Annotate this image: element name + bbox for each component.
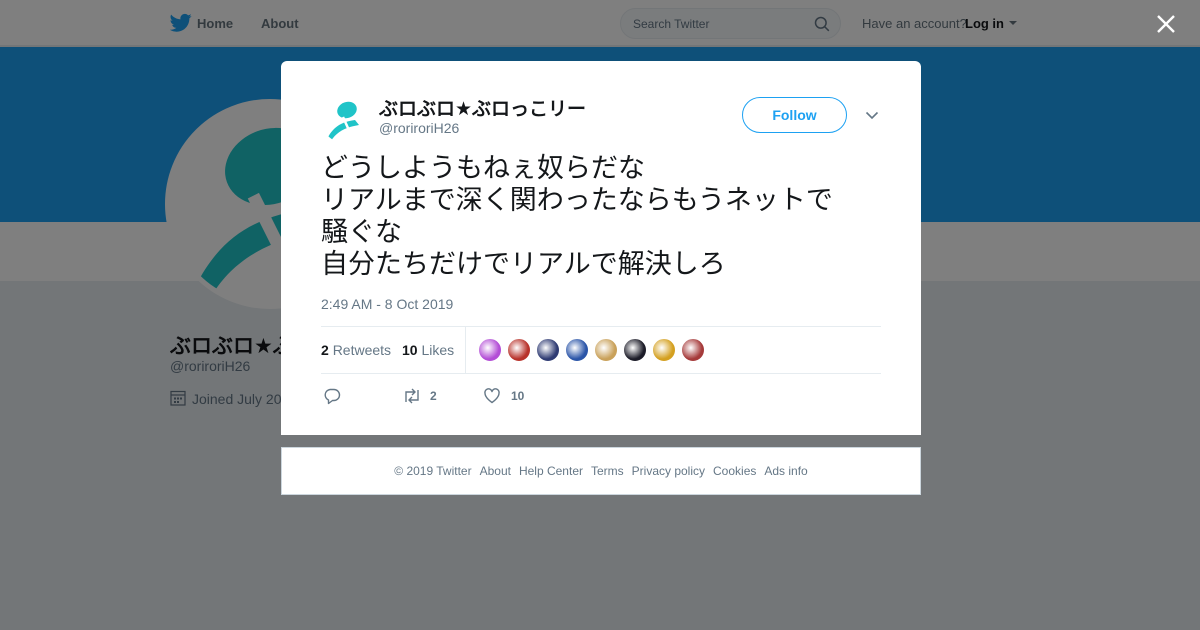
footer-link[interactable]: Cookies bbox=[713, 464, 756, 478]
retweets-count: 2 bbox=[321, 342, 329, 358]
stats-divider bbox=[465, 327, 466, 374]
liker-avatar[interactable] bbox=[623, 338, 647, 362]
tweet-line: 自分たちだけでリアルで解決しろ bbox=[321, 249, 726, 280]
liker-avatar[interactable] bbox=[565, 338, 589, 362]
likes-label: Likes bbox=[421, 342, 455, 358]
tweet-actions: 2 10 bbox=[321, 381, 881, 411]
liker-avatar[interactable] bbox=[536, 338, 560, 362]
retweets-label: Retweets bbox=[332, 342, 392, 358]
retweet-button[interactable]: 2 bbox=[402, 387, 452, 405]
liker-avatar[interactable] bbox=[507, 338, 531, 362]
tweet-line: 騒ぐな bbox=[321, 217, 402, 248]
footer: © 2019 Twitter About Help Center Terms Priva… bbox=[281, 447, 921, 495]
author-name[interactable]: ぶロぶロ★ぶロっこリー bbox=[379, 94, 586, 121]
tweet-modal: ぶロぶロ★ぶロっこリー @roriroriH26 Follow どうしようもねぇ… bbox=[281, 61, 921, 435]
retweet-count: 2 bbox=[430, 389, 437, 403]
heart-icon bbox=[484, 388, 500, 404]
author-avatar[interactable] bbox=[321, 95, 369, 143]
retweets-stat[interactable]: 2 Retweets bbox=[321, 342, 391, 358]
liker-avatar[interactable] bbox=[594, 338, 618, 362]
avatar-figure-icon bbox=[327, 101, 359, 141]
follow-button[interactable]: Follow bbox=[742, 97, 847, 133]
footer-link[interactable]: Privacy policy bbox=[632, 464, 705, 478]
close-icon[interactable] bbox=[1155, 13, 1177, 35]
like-count: 10 bbox=[511, 389, 525, 403]
chevron-down-icon[interactable] bbox=[865, 111, 879, 120]
tweet-text: どうしようもねぇ奴らだな リアルまで深く関わったならもうネットで 騒ぐな 自分た… bbox=[321, 153, 881, 281]
footer-link[interactable]: Ads info bbox=[764, 464, 807, 478]
tweet-line: どうしようもねぇ奴らだな bbox=[321, 153, 645, 184]
likes-count: 10 bbox=[402, 342, 418, 358]
reply-button[interactable] bbox=[323, 387, 343, 405]
footer-link[interactable]: Help Center bbox=[519, 464, 583, 478]
footer-link[interactable]: About bbox=[480, 464, 511, 478]
footer-links: © 2019 Twitter About Help Center Terms Priva… bbox=[282, 464, 920, 478]
reply-icon bbox=[324, 388, 341, 405]
liker-avatar[interactable] bbox=[652, 338, 676, 362]
liker-avatar[interactable] bbox=[681, 338, 705, 362]
footer-link[interactable]: Terms bbox=[591, 464, 624, 478]
footer-link[interactable]: © 2019 Twitter bbox=[394, 464, 471, 478]
liker-avatar[interactable] bbox=[478, 338, 502, 362]
retweet-icon bbox=[405, 388, 419, 404]
tweet-line: リアルまで深く関わったならもうネットで bbox=[321, 185, 833, 216]
likes-stat[interactable]: 10 Likes bbox=[402, 342, 454, 358]
tweet-stats: 2 Retweets 10 Likes bbox=[321, 326, 881, 374]
author-handle[interactable]: @roriroriH26 bbox=[379, 120, 459, 136]
like-button[interactable]: 10 bbox=[483, 387, 533, 405]
tweet-timestamp[interactable]: 2:49 AM - 8 Oct 2019 bbox=[321, 296, 453, 312]
